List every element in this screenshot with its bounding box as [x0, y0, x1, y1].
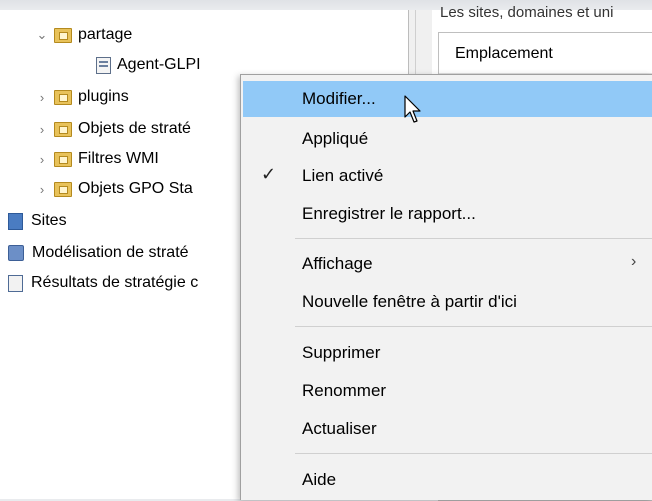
menu-item-label: Appliqué: [302, 129, 369, 148]
tree-item-label: plugins: [78, 88, 129, 105]
chevron-right-icon[interactable]: ›: [34, 89, 50, 105]
folder-icon: [54, 89, 72, 105]
column-header-label: Emplacement: [455, 45, 553, 62]
tree-item-objets-gpo-starter[interactable]: › Objets GPO Sta: [34, 176, 193, 202]
tree-item-filtres-wmi[interactable]: › Filtres WMI: [34, 146, 159, 172]
mouse-pointer-icon: [404, 95, 421, 123]
chevron-down-icon[interactable]: ⌄: [34, 27, 50, 43]
folder-icon: [54, 27, 72, 43]
tree-item-label: Objets GPO Sta: [78, 180, 193, 197]
tree-item-sites[interactable]: Sites: [6, 208, 67, 234]
tree-item-label: Modélisation de straté: [32, 244, 189, 261]
tree-item-plugins[interactable]: › plugins: [34, 84, 129, 110]
results-icon: [8, 274, 23, 292]
menu-item-modifier[interactable]: Modifier...: [243, 81, 652, 117]
chevron-right-icon[interactable]: ›: [34, 121, 50, 137]
menu-item-label: Actualiser: [302, 419, 377, 438]
tree-item-objets-strategie[interactable]: › Objets de straté: [34, 116, 191, 142]
column-header-emplacement[interactable]: Emplacement: [439, 33, 652, 74]
tree-item-partage[interactable]: ⌄ partage: [34, 22, 133, 48]
context-menu: Modifier... Appliqué ✓ Lien activé Enreg…: [240, 74, 652, 500]
submenu-arrow-icon: ›: [631, 253, 637, 270]
menu-item-label: Lien activé: [302, 166, 384, 185]
tree-item-resultats[interactable]: Résultats de stratégie c: [6, 270, 198, 296]
menu-item-applique[interactable]: Appliqué: [243, 121, 652, 157]
menu-separator: [295, 238, 652, 239]
menu-item-label: Supprimer: [302, 343, 381, 362]
menu-item-lien-active[interactable]: ✓ Lien activé: [243, 158, 652, 194]
menu-item-label: Renommer: [302, 381, 387, 400]
checkmark-icon: ✓: [261, 164, 277, 184]
tree-item-label: Objets de straté: [78, 120, 191, 137]
tree-item-label: Sites: [31, 212, 67, 229]
tree-item-label: Agent-GLPI: [117, 56, 201, 73]
menu-item-label: Enregistrer le rapport...: [302, 204, 476, 223]
menu-item-label: Modifier...: [302, 89, 376, 108]
menu-item-actualiser[interactable]: Actualiser: [243, 411, 652, 447]
menu-item-nouvelle-fenetre[interactable]: Nouvelle fenêtre à partir d'ici: [243, 284, 652, 320]
menu-item-supprimer[interactable]: Supprimer: [243, 335, 652, 371]
modeling-icon: [8, 245, 24, 261]
menu-item-enregistrer-rapport[interactable]: Enregistrer le rapport...: [243, 196, 652, 232]
tree-item-modelisation[interactable]: Modélisation de straté: [6, 240, 189, 266]
chevron-right-icon[interactable]: ›: [34, 151, 50, 167]
sites-icon: [8, 212, 23, 230]
menu-item-label: Affichage: [302, 254, 373, 273]
menu-item-aide[interactable]: Aide: [243, 462, 652, 498]
menu-item-label: Nouvelle fenêtre à partir d'ici: [302, 292, 517, 311]
menu-item-affichage[interactable]: Affichage ›: [243, 246, 652, 282]
gpo-link-icon: [96, 56, 111, 74]
folder-icon: [54, 121, 72, 137]
details-description: Les sites, domaines et uni: [440, 4, 614, 21]
tree-item-label: partage: [78, 26, 133, 43]
menu-item-renommer[interactable]: Renommer: [243, 373, 652, 409]
menu-separator: [295, 326, 652, 327]
menu-separator: [295, 453, 652, 454]
chevron-right-icon[interactable]: ›: [34, 181, 50, 197]
filter-folder-icon: [54, 151, 72, 167]
tree-item-agent-glpi[interactable]: Agent-GLPI: [74, 52, 201, 78]
tree-item-label: Filtres WMI: [78, 150, 159, 167]
menu-item-label: Aide: [302, 470, 337, 489]
folder-icon: [54, 181, 72, 197]
tree-item-label: Résultats de stratégie c: [31, 274, 199, 291]
